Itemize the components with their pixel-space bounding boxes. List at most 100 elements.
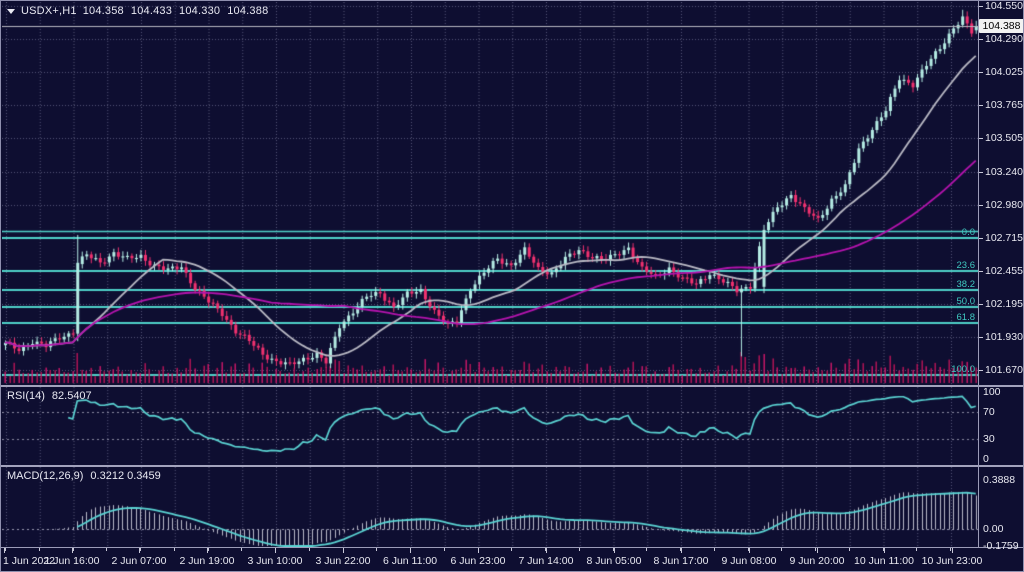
symbol-timeframe-label: USDX+,H1 [21, 5, 77, 17]
time-tick-mark [646, 548, 647, 551]
macd-scale-label: 0.00 [983, 523, 1003, 535]
price-tick-mark [979, 105, 983, 106]
chart-title: USDX+,H1 104.358 104.433 104.330 104.388 [7, 5, 268, 17]
price-tick-label: 101.930 [985, 331, 1023, 343]
time-tick-mark [849, 548, 850, 551]
price-tick-label: 102.980 [985, 199, 1023, 211]
macd-pane-label: MACD(12,26,9) 0.3212 0.3459 [7, 470, 161, 482]
time-tick-mark [817, 548, 818, 553]
time-tick-mark [275, 548, 276, 553]
time-tick-mark [781, 548, 782, 551]
close-value: 104.388 [227, 5, 268, 17]
time-axis-label: 8 Jun 05:00 [587, 555, 642, 567]
high-value: 104.433 [131, 5, 172, 17]
fib-level-label: 61.8 [931, 312, 975, 323]
price-tick-label: 102.455 [985, 265, 1023, 277]
time-tick-mark [174, 548, 175, 551]
time-tick-mark [714, 548, 715, 551]
price-tick-mark [979, 337, 983, 338]
fib-level-label: 50.0 [931, 296, 975, 307]
time-tick-mark [884, 548, 885, 553]
price-tick-mark [979, 205, 983, 206]
rsi-indicator-canvas[interactable] [2, 387, 978, 465]
macd-name: MACD(12,26,9) [7, 470, 83, 482]
macd-current-values: 0.3212 0.3459 [90, 470, 160, 482]
time-tick-mark [106, 548, 107, 551]
price-tick-mark [979, 238, 983, 239]
price-tick-mark [979, 39, 983, 40]
price-axis[interactable]: 104.388 104.550104.290104.025103.765103.… [979, 1, 1024, 547]
price-tick-mark [979, 6, 983, 7]
price-tick-label: 102.195 [985, 298, 1023, 310]
time-tick-mark [241, 548, 242, 551]
time-tick-mark [681, 548, 682, 553]
low-value: 104.330 [179, 5, 220, 17]
price-tick-mark [979, 172, 983, 173]
time-tick-mark [207, 548, 208, 553]
time-tick-mark [916, 548, 917, 551]
rsi-scale-label: 70 [983, 406, 995, 418]
time-tick-mark [546, 548, 547, 553]
price-tick-mark [979, 271, 983, 272]
time-tick-mark [511, 548, 512, 551]
time-tick-mark [139, 548, 140, 553]
time-axis-label: 6 Jun 11:00 [383, 555, 437, 567]
fib-level-label: 23.6 [931, 260, 975, 271]
time-tick-mark [410, 548, 411, 553]
trading-chart-window: USDX+,H1 104.358 104.433 104.330 104.388… [0, 0, 1024, 572]
time-axis-label: 2 Jun 19:00 [180, 555, 235, 567]
price-tick-label: 103.765 [985, 99, 1023, 111]
time-tick-mark [39, 548, 40, 551]
price-tick-label: 102.715 [985, 232, 1023, 244]
time-tick-mark [478, 548, 479, 553]
time-tick-mark [444, 548, 445, 551]
time-tick-mark [309, 548, 310, 551]
ohlc-readout: 104.358 104.433 104.330 104.388 [83, 5, 269, 17]
rsi-pane-label: RSI(14) 82.5407 [7, 390, 92, 402]
macd-scale-label: 0.3888 [983, 474, 1015, 486]
price-tick-mark [979, 72, 983, 73]
time-axis-label: 1 Jun 16:00 [45, 555, 100, 567]
current-price-badge: 104.388 [979, 19, 1024, 33]
rsi-name: RSI(14) [7, 390, 45, 402]
price-tick-label: 104.025 [985, 66, 1023, 78]
fib-level-label: 0.0 [931, 227, 975, 238]
time-axis[interactable]: 1 Jun 20221 Jun 16:002 Jun 07:002 Jun 19… [1, 548, 1024, 572]
time-axis-label: 6 Jun 23:00 [451, 555, 506, 567]
symbol-dropdown-icon[interactable] [7, 9, 15, 14]
time-axis-label: 10 Jun 23:00 [922, 555, 983, 567]
time-tick-mark [950, 548, 951, 551]
time-tick-mark [140, 548, 141, 551]
time-axis-label: 2 Jun 07:00 [112, 555, 167, 567]
time-tick-mark [4, 548, 5, 553]
pane-separator[interactable] [1, 465, 1024, 467]
open-value: 104.358 [83, 5, 124, 17]
time-tick-mark [376, 548, 377, 551]
time-tick-mark [5, 548, 6, 551]
main-chart-canvas[interactable] [2, 2, 978, 385]
time-axis-label: 8 Jun 17:00 [654, 555, 709, 567]
time-tick-mark [579, 548, 580, 551]
price-tick-label: 101.670 [985, 364, 1023, 376]
time-tick-mark [72, 548, 73, 553]
time-axis-label: 9 Jun 08:00 [722, 555, 777, 567]
time-tick-mark [952, 548, 953, 553]
rsi-scale-label: 0 [983, 453, 989, 465]
fib-level-label: 38.2 [931, 279, 975, 290]
time-tick-mark [815, 548, 816, 551]
price-tick-mark [979, 304, 983, 305]
time-axis-label: 3 Jun 10:00 [248, 555, 303, 567]
price-tick-mark [979, 370, 983, 371]
time-tick-mark [749, 548, 750, 553]
fib-level-label: 100.0 [931, 364, 975, 375]
price-tick-label: 104.290 [985, 33, 1023, 45]
price-tick-mark [979, 138, 983, 139]
time-tick-mark [614, 548, 615, 553]
time-axis-label: 10 Jun 11:00 [854, 555, 914, 567]
time-axis-label: 3 Jun 22:00 [316, 555, 371, 567]
rsi-scale-label: 100 [983, 386, 1001, 398]
price-tick-label: 104.550 [985, 0, 1023, 12]
time-axis-label: 7 Jun 14:00 [519, 555, 574, 567]
time-axis-label: 9 Jun 20:00 [790, 555, 845, 567]
pane-separator[interactable] [1, 385, 1024, 387]
